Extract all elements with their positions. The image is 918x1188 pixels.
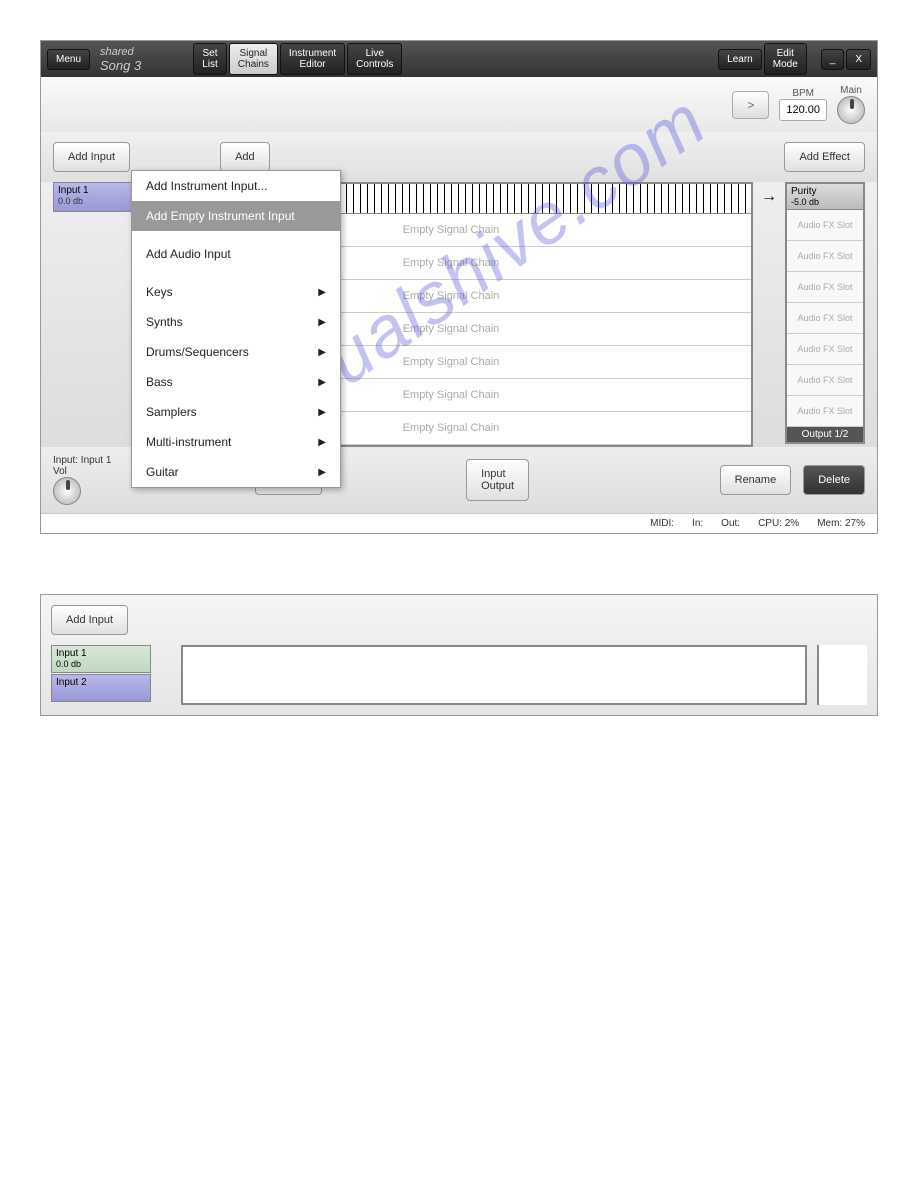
context-menu: Add Instrument Input... Add Empty Instru… <box>131 170 341 488</box>
learn-button[interactable]: Learn <box>718 49 762 70</box>
edit-mode-button[interactable]: Edit Mode <box>764 43 807 75</box>
input-slot-1b[interactable]: Input 1 0.0 db <box>51 645 151 673</box>
fx-column: Purity -5.0 db Audio FX Slot Audio FX Sl… <box>785 182 865 444</box>
add-button[interactable]: Add <box>220 142 270 172</box>
out-status: Out: <box>721 518 740 529</box>
fx-slot[interactable]: Audio FX Slot <box>787 396 863 427</box>
fx-slot[interactable]: Audio FX Slot <box>787 334 863 365</box>
menu-keys[interactable]: Keys▶ <box>132 277 340 307</box>
close-button[interactable]: X <box>846 49 871 70</box>
add-input-button[interactable]: Add Input <box>53 142 130 172</box>
chevron-right-icon: ▶ <box>318 377 326 388</box>
second-panel: Add Input Input 1 0.0 db Input 2 <box>40 594 878 716</box>
output-label: Output 1/2 <box>787 427 863 442</box>
chevron-right-icon: ▶ <box>318 407 326 418</box>
tab-set-list[interactable]: Set List <box>193 43 227 75</box>
in-status: In: <box>692 518 703 529</box>
input-slot-2[interactable]: Input 2 <box>51 674 151 702</box>
cpu-status: CPU: 2% <box>758 518 799 529</box>
topbar: Menu shared Song 3 Set List Signal Chain… <box>41 41 877 77</box>
main-label: Main <box>837 85 865 96</box>
rename-button[interactable]: Rename <box>720 465 792 495</box>
fx-slot[interactable]: Audio FX Slot <box>787 272 863 303</box>
menu-add-instrument-input[interactable]: Add Instrument Input... <box>132 171 340 201</box>
fx-slot[interactable]: Audio FX Slot <box>787 365 863 396</box>
mem-status: Mem: 27% <box>817 518 865 529</box>
fx-slot[interactable]: Audio FX Slot <box>787 241 863 272</box>
minimize-button[interactable]: _ <box>821 49 845 70</box>
input-slot-1[interactable]: Input 1 0.0 db <box>53 182 143 212</box>
vol-knob[interactable] <box>53 477 81 505</box>
midi-status: MIDI: <box>650 518 674 529</box>
chevron-right-icon: ▶ <box>318 347 326 358</box>
tab-live-controls[interactable]: Live Controls <box>347 43 402 75</box>
add-effect-button[interactable]: Add Effect <box>784 142 865 172</box>
add-input-button-2[interactable]: Add Input <box>51 605 128 635</box>
input-output-button[interactable]: Input Output <box>466 459 529 501</box>
delete-button[interactable]: Delete <box>803 465 865 495</box>
menu-guitar[interactable]: Guitar▶ <box>132 457 340 487</box>
chevron-right-icon: ▶ <box>318 317 326 328</box>
menu-drums-sequencers[interactable]: Drums/Sequencers▶ <box>132 337 340 367</box>
bpm-label: BPM <box>779 88 827 99</box>
arrow-icon: → <box>759 182 779 206</box>
menu-add-audio-input[interactable]: Add Audio Input <box>132 239 340 269</box>
fx-slot[interactable]: Audio FX Slot <box>787 303 863 334</box>
menu-multi-instrument[interactable]: Multi-instrument▶ <box>132 427 340 457</box>
tab-instrument-editor[interactable]: Instrument Editor <box>280 43 345 75</box>
chevron-right-icon: ▶ <box>318 437 326 448</box>
transport-bar: > BPM 120.00 Main <box>41 77 877 132</box>
fx-slot[interactable]: Audio FX Slot <box>787 210 863 241</box>
menu-bass[interactable]: Bass▶ <box>132 367 340 397</box>
main-knob[interactable] <box>837 96 865 124</box>
chain-box-2 <box>181 645 807 705</box>
song-title: shared Song 3 <box>92 46 149 73</box>
vol-label: Vol <box>53 466 111 477</box>
input-column: Input 1 0.0 db <box>53 182 143 212</box>
fx-header[interactable]: Purity -5.0 db <box>787 184 863 210</box>
play-button[interactable]: > <box>732 91 769 119</box>
chevron-right-icon: ▶ <box>318 467 326 478</box>
workspace: Input 1 0.0 db Empty Signal Chain Empty … <box>41 182 877 447</box>
fx-box-2 <box>817 645 867 705</box>
menu-button[interactable]: Menu <box>47 49 90 70</box>
tab-signal-chains[interactable]: Signal Chains <box>229 43 278 75</box>
bpm-value[interactable]: 120.00 <box>779 99 827 121</box>
menu-synths[interactable]: Synths▶ <box>132 307 340 337</box>
menu-add-empty-instrument-input[interactable]: Add Empty Instrument Input <box>132 201 340 231</box>
input-info: Input: Input 1 <box>53 455 111 466</box>
chevron-right-icon: ▶ <box>318 287 326 298</box>
status-bar: MIDI: In: Out: CPU: 2% Mem: 27% <box>41 513 877 533</box>
menu-samplers[interactable]: Samplers▶ <box>132 397 340 427</box>
